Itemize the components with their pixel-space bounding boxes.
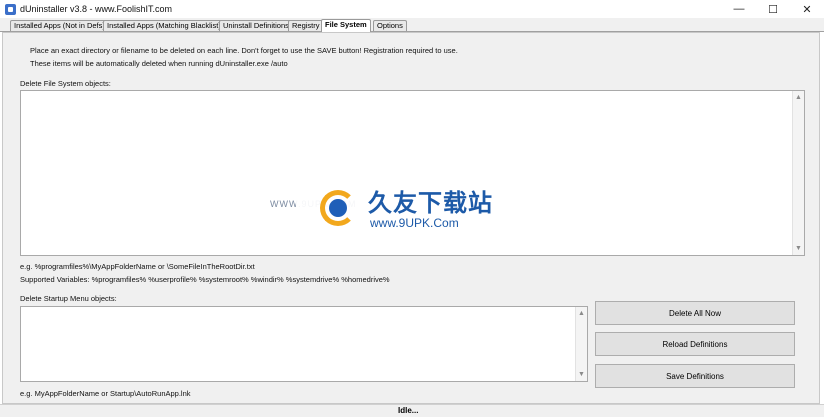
delete-all-now-button[interactable]: Delete All Now bbox=[595, 301, 795, 325]
info-line-2: These items will be automatically delete… bbox=[30, 59, 288, 68]
save-definitions-button[interactable]: Save Definitions bbox=[595, 364, 795, 388]
fs-example-text: e.g. %programfiles%\MyAppFolderName or \… bbox=[20, 262, 255, 271]
supported-variables-text: Supported Variables: %programfiles% %use… bbox=[20, 275, 390, 284]
tab-registry[interactable]: Registry bbox=[288, 20, 324, 31]
startup-example-text: e.g. MyAppFolderName or Startup\AutoRunA… bbox=[20, 389, 191, 398]
watermark-url-text: www.9UPK.Com bbox=[370, 216, 459, 230]
tab-file-system[interactable]: File System bbox=[321, 19, 371, 32]
info-line-1: Place an exact directory or filename to … bbox=[30, 46, 458, 55]
watermark: 久友下载站 www.9UPK.Com bbox=[296, 182, 522, 238]
maximize-button[interactable]: ☐ bbox=[756, 0, 790, 18]
window-controls: — ☐ ✕ bbox=[722, 0, 824, 18]
watermark-logo-icon bbox=[318, 188, 362, 232]
tab-strip: Installed Apps (Not in Defs) Installed A… bbox=[0, 18, 824, 32]
tab-uninstall-definitions[interactable]: Uninstall Definitions bbox=[219, 20, 293, 31]
tab-options[interactable]: Options bbox=[373, 20, 407, 31]
scroll-up-icon[interactable]: ▲ bbox=[576, 308, 587, 319]
delete-startup-label: Delete Startup Menu objects: bbox=[20, 294, 117, 303]
title-bar: dUninstaller v3.8 - www.FoolishIT.com — … bbox=[0, 0, 824, 18]
startup-objects-textarea[interactable]: ▲ ▼ bbox=[20, 306, 588, 382]
scroll-down-icon[interactable]: ▼ bbox=[793, 243, 804, 254]
scroll-down-icon[interactable]: ▼ bbox=[576, 369, 587, 380]
fs-objects-scrollbar[interactable]: ▲ ▼ bbox=[792, 91, 804, 255]
reload-definitions-button[interactable]: Reload Definitions bbox=[595, 332, 795, 356]
startup-objects-scrollbar[interactable]: ▲ ▼ bbox=[575, 307, 587, 381]
minimize-button[interactable]: — bbox=[722, 0, 756, 18]
window-title: dUninstaller v3.8 - www.FoolishIT.com bbox=[20, 4, 173, 14]
status-text: Idle... bbox=[398, 406, 419, 415]
scroll-up-icon[interactable]: ▲ bbox=[793, 92, 804, 103]
watermark-cn-text: 久友下载站 bbox=[368, 189, 493, 217]
tab-installed-apps-matching-blacklist[interactable]: Installed Apps (Matching Blacklist) bbox=[103, 20, 225, 31]
close-button[interactable]: ✕ bbox=[790, 0, 824, 18]
app-icon bbox=[5, 3, 16, 15]
delete-fs-label: Delete File System objects: bbox=[20, 79, 111, 88]
tab-installed-apps-not-in-defs[interactable]: Installed Apps (Not in Defs) bbox=[10, 20, 109, 31]
status-bar: Idle... bbox=[0, 404, 824, 417]
